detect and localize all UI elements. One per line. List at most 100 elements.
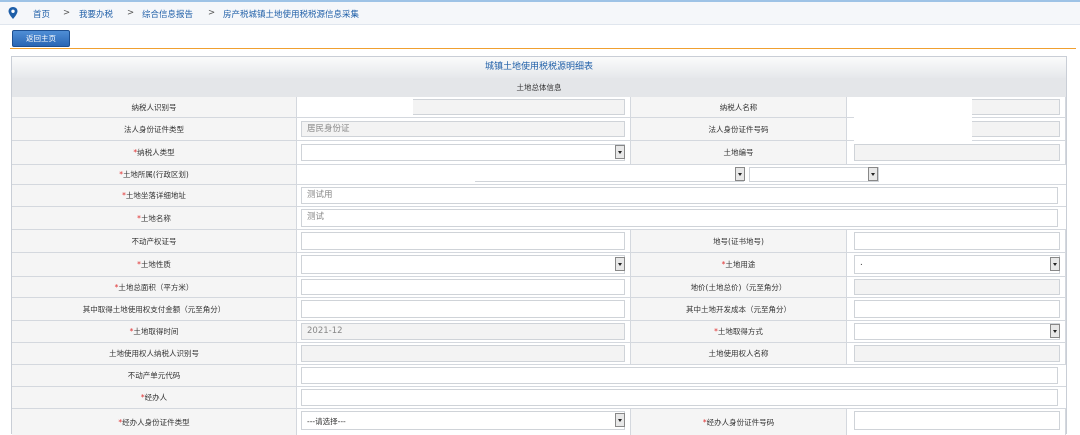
handler-id-no-label: * 经办人身份证件号码 [631,409,846,435]
right-holder-id-field [301,345,625,362]
form-row: 法人身份证件类型 居民身份证 法人身份证件号码 [12,98,1066,158]
chevron-down-icon[interactable] [868,167,878,181]
location-pin-icon [8,7,18,19]
unit-code-label: 不动产单元代码 [12,365,296,386]
land-region-cell [296,165,1066,184]
taxpayer-name-label: 纳税人名称 [631,97,846,117]
toolbar-divider [10,48,1076,49]
acquire-time-cell: 2021-12 [296,321,631,342]
land-nature-label: * 土地性质 [12,253,296,276]
chevron-down-icon[interactable] [735,167,745,181]
chevron-down-icon[interactable] [615,145,625,159]
land-address-cell: 测试用 [296,185,1066,206]
taxpayer-id-label: 纳税人识别号 [12,97,296,117]
region-district-select[interactable] [749,167,879,182]
form-row: * 土地所属(行政区划) [12,165,1066,185]
acquire-time-input[interactable]: 2021-12 [301,323,625,340]
handler-label: * 经办人 [12,387,296,408]
land-address-label: * 土地坐落详细地址 [12,185,296,206]
right-holder-id-label: 土地使用权人纳税人识别号 [12,343,296,364]
acquire-method-select[interactable] [854,323,1060,340]
breadcrumb-current-page: 房产税城镇土地使用税税源信息采集 [223,10,360,20]
return-home-button[interactable]: 返回主页 [12,30,70,47]
legal-id-no-label: 法人身份证件号码 [631,118,846,140]
land-no-cell [846,141,1066,164]
handler-input[interactable] [301,389,1058,406]
breadcrumb-tax-link[interactable]: 我要办税 [79,8,113,20]
handler-id-type-select[interactable]: ---请选择--- [301,411,625,430]
taxpayer-id-cell [296,97,631,117]
breadcrumb-report-link[interactable]: 综合信息报告 [142,8,193,20]
right-holder-name-cell [846,343,1066,364]
handler-id-type-label: * 经办人身份证件类型 [12,409,296,435]
form-row: * 经办人 [12,387,1066,409]
form-row: * 土地坐落详细地址 测试用 [12,185,1066,207]
land-use-select[interactable]: . [854,255,1060,274]
land-use-label: * 土地用途 [631,253,846,276]
breadcrumb: 首页 > 我要办税 > 综合信息报告 > 房产税城镇土地使用税税源信息采集 [0,2,1080,25]
land-nature-select[interactable] [301,255,625,274]
property-cert-input[interactable] [301,232,625,250]
form-row: * 土地性质 * 土地用途 . [12,253,1066,277]
acquire-method-cell [846,321,1066,342]
land-address-input[interactable]: 测试用 [301,187,1058,204]
section-title: 土地总体信息 [12,78,1066,98]
right-holder-id-cell [296,343,631,364]
land-no-field [854,144,1060,161]
form-row: * 纳税人类型 土地编号 [12,141,1066,165]
taxpayer-type-select[interactable] [301,144,625,161]
form-title: 城镇土地使用税税源明细表 [12,57,1066,79]
chevron-down-icon[interactable] [615,413,625,427]
breadcrumb-home-link[interactable]: 首页 [33,8,50,20]
chevron-down-icon[interactable] [615,257,625,271]
taxpayer-type-label: * 纳税人类型 [12,141,296,164]
legal-id-no-cell [846,98,1066,158]
chevron-down-icon[interactable] [1050,324,1060,338]
lot-no-input[interactable] [854,232,1060,250]
land-tax-source-form: 城镇土地使用税税源明细表 土地总体信息 纳税人识别号 纳税人名称 法人身份证件类… [11,56,1067,435]
land-no-label: 土地编号 [631,141,846,164]
land-use-cell: . [846,253,1066,276]
land-region-label: * 土地所属(行政区划) [12,165,296,184]
form-row: 土地使用权人纳税人识别号 土地使用权人名称 [12,343,1066,365]
form-row: * 经办人身份证件类型 ---请选择--- * 经办人身份证件号码 [12,409,1066,435]
acquire-method-label: * 土地取得方式 [631,321,846,342]
land-use-right-paid-cell [296,298,631,320]
handler-id-no-input[interactable] [854,411,1060,430]
redacted-area [301,99,413,115]
land-name-cell: 测试 [296,207,1066,229]
land-use-right-paid-input[interactable] [301,300,625,318]
form-row: * 土地取得时间 2021-12 * 土地取得方式 [12,321,1066,343]
land-area-input[interactable] [301,279,625,295]
form-row: * 土地总面积（平方米） 地价(土地总价)（元至角分） [12,277,1066,298]
right-holder-name-label: 土地使用权人名称 [631,343,846,364]
land-dev-cost-cell [846,298,1066,320]
chevron-down-icon[interactable] [1050,257,1060,271]
property-cert-cell [296,230,631,252]
region-city-select[interactable] [475,167,744,182]
land-dev-cost-input[interactable] [854,300,1060,318]
lot-no-label: 地号(证书地号) [631,230,846,252]
breadcrumb-separator: > [208,8,216,18]
land-price-cell [846,277,1066,297]
legal-id-type-cell: 居民身份证 [296,118,631,140]
form-row: 不动产单元代码 [12,365,1066,387]
handler-id-type-cell: ---请选择--- [296,409,631,435]
taxpayer-type-cell [296,141,631,164]
acquire-time-label: * 土地取得时间 [12,321,296,342]
legal-id-type-label: 法人身份证件类型 [12,118,296,140]
unit-code-input[interactable] [301,367,1058,384]
land-name-input[interactable]: 测试 [301,209,1058,227]
form-row: * 土地名称 测试 [12,207,1066,230]
land-price-label: 地价(土地总价)（元至角分） [631,277,846,297]
form-row: 不动产权证号 地号(证书地号) [12,230,1066,253]
form-row: 其中取得土地使用权支付金额（元至角分） 其中土地开发成本（元至角分） [12,298,1066,321]
breadcrumb-separator: > [127,8,135,18]
property-cert-label: 不动产权证号 [12,230,296,252]
breadcrumb-separator: > [63,8,71,18]
land-price-field [854,279,1060,295]
land-area-label: * 土地总面积（平方米） [12,277,296,297]
right-holder-name-field [854,345,1060,362]
land-nature-cell [296,253,631,276]
handler-id-no-cell [846,409,1066,435]
